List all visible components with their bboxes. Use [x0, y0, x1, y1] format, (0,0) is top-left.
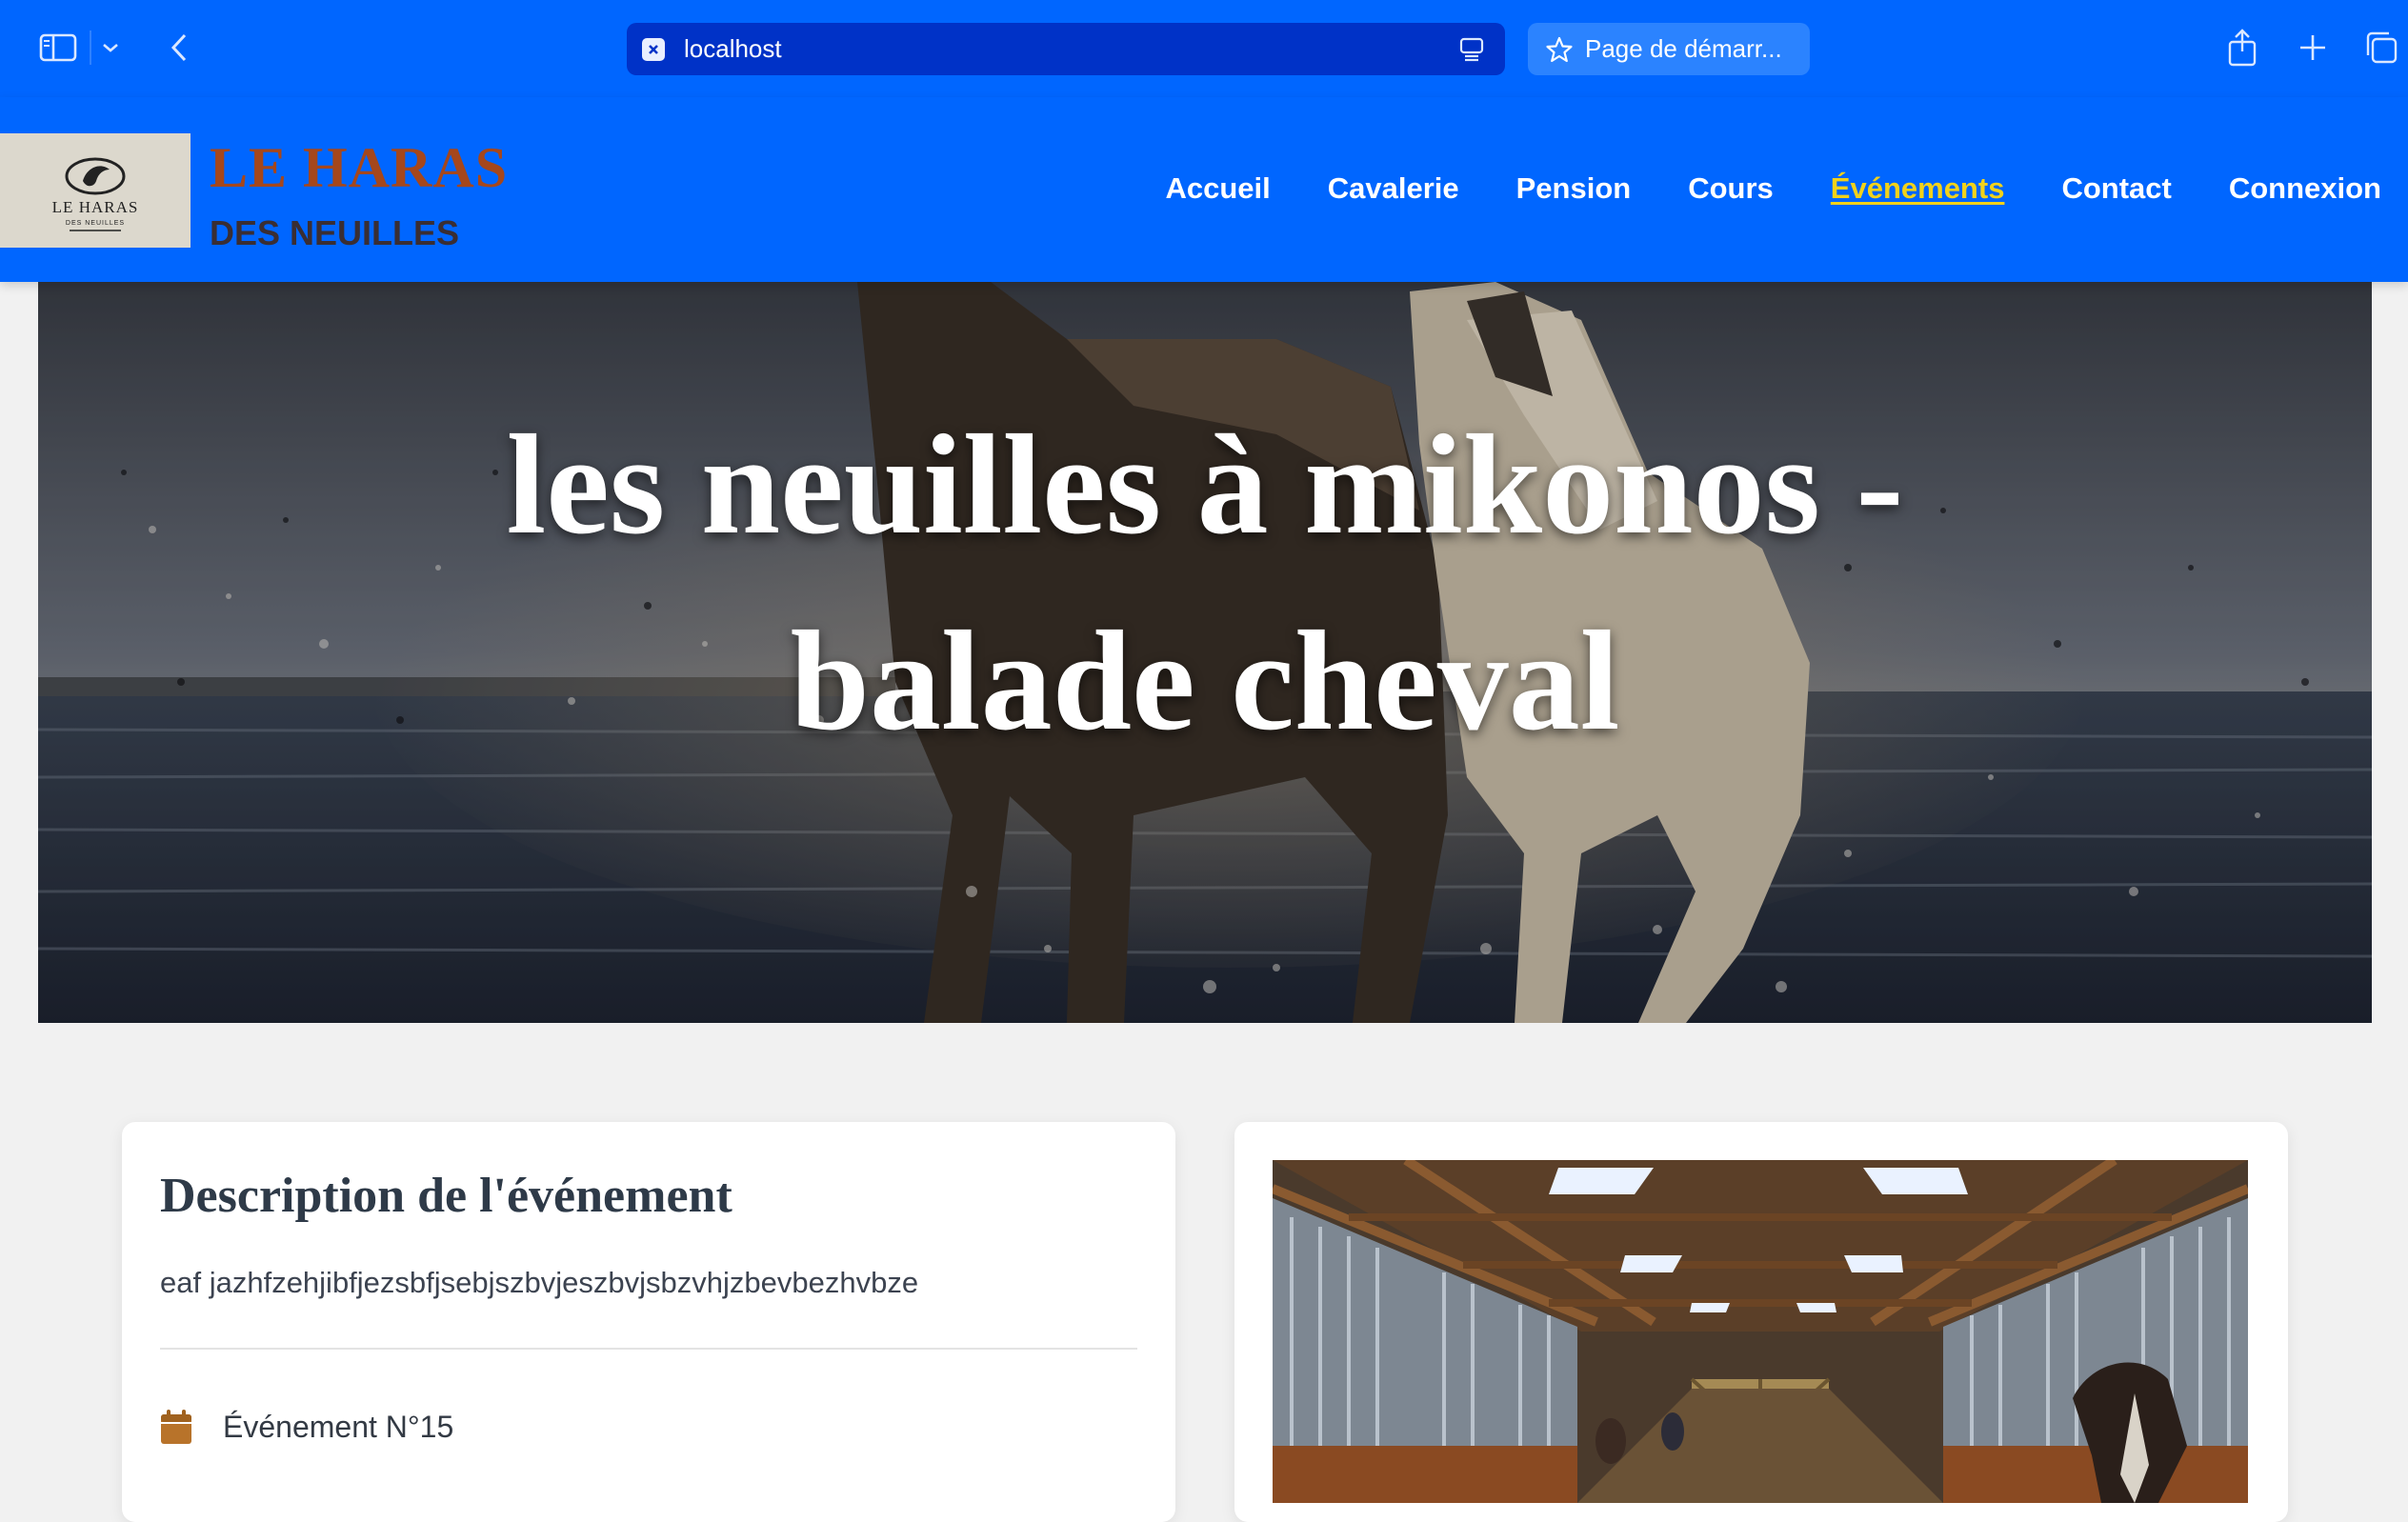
site-header: LE HARAS DES NEUILLES LE HARAS DES NEUIL… — [0, 97, 2408, 282]
svg-text:LE HARAS: LE HARAS — [52, 198, 139, 216]
event-number-row: Événement N°15 — [160, 1409, 1137, 1445]
bookmark-label: Page de démarr... — [1585, 34, 1782, 63]
event-title: les neuilles à mikonos - balade cheval — [38, 387, 2372, 779]
reader-mode-icon[interactable] — [1457, 35, 1486, 64]
event-image-card — [1234, 1122, 2288, 1522]
description-divider — [160, 1348, 1137, 1350]
stable-photo — [1273, 1160, 2248, 1503]
calendar-icon — [161, 1410, 191, 1444]
chevron-down-icon[interactable] — [93, 30, 128, 65]
nav-connexion[interactable]: Connexion — [2229, 171, 2381, 206]
nav-cavalerie[interactable]: Cavalerie — [1328, 171, 1459, 206]
event-title-line2: balade cheval — [790, 602, 1620, 760]
event-title-line1: les neuilles à mikonos - — [506, 406, 1904, 564]
tab-overview-icon[interactable] — [2358, 25, 2404, 70]
new-tab-plus-icon[interactable] — [2290, 25, 2336, 70]
back-arrow-icon[interactable] — [158, 27, 200, 69]
event-number: Événement N°15 — [223, 1409, 454, 1444]
brand-subtitle[interactable]: DES NEUILLES — [210, 213, 459, 253]
svg-text:DES NEUILLES: DES NEUILLES — [66, 220, 125, 227]
hero-banner: les neuilles à mikonos - balade cheval — [38, 282, 2372, 1023]
horse-logo-icon: LE HARAS DES NEUILLES — [52, 157, 139, 231]
address-text: localhost — [684, 34, 782, 63]
sidebar-toggle-icon[interactable] — [34, 29, 82, 67]
browser-toolbar: localhost Page de démarr... — [0, 0, 2408, 97]
stable-image — [1273, 1160, 2248, 1503]
nav-contact[interactable]: Contact — [2061, 171, 2171, 206]
description-card: Description de l'événement eaf jazhfzehj… — [122, 1122, 1175, 1522]
star-icon — [1546, 36, 1573, 62]
site-logo[interactable]: LE HARAS DES NEUILLES — [0, 133, 191, 248]
description-text: eaf jazhfzehjibfjezsbfjsebjszbvjeszbvjsb… — [160, 1266, 919, 1299]
nav-evenements[interactable]: Événements — [1831, 171, 2005, 206]
nav-pension[interactable]: Pension — [1516, 171, 1632, 206]
nav-accueil[interactable]: Accueil — [1165, 171, 1270, 206]
site-favicon-icon — [642, 37, 665, 61]
main-nav: Accueil Cavalerie Pension Cours Événemen… — [1165, 171, 2381, 206]
address-bar[interactable]: localhost — [627, 23, 1505, 75]
description-title: Description de l'événement — [160, 1169, 732, 1223]
share-icon[interactable] — [2219, 25, 2265, 70]
nav-cours[interactable]: Cours — [1688, 171, 1774, 206]
toolbar-divider — [90, 30, 91, 65]
brand-name[interactable]: LE HARAS — [210, 135, 508, 201]
start-page-bookmark[interactable]: Page de démarr... — [1528, 23, 1810, 75]
